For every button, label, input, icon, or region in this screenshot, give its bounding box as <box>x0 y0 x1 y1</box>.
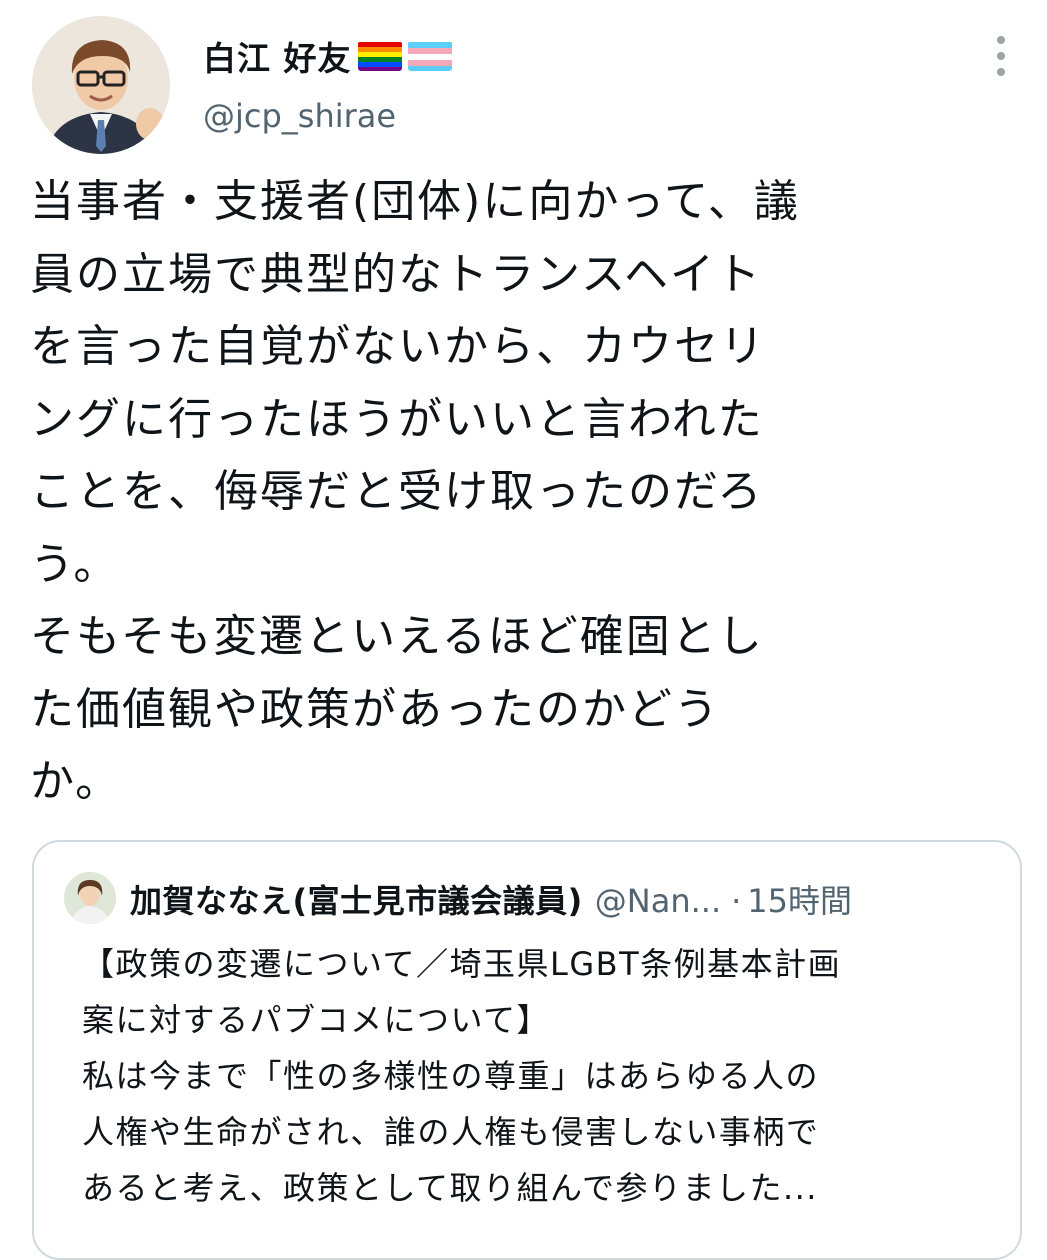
author-display-name[interactable]: 白江 好友 <box>203 32 452 80</box>
quoted-tweet-text: 【政策の変遷について／埼玉県LGBT条例基本計画 案に対するパブコメについて】 … <box>82 945 842 1207</box>
quoted-separator: · <box>731 882 742 920</box>
more-options-icon[interactable] <box>990 36 1012 76</box>
author-name-text: 白江 好友 <box>203 39 352 78</box>
quoted-tweet-header: 加賀ななえ(富士見市議会議員) @Nan... · 15時間 <box>130 876 852 922</box>
transgender-flag-icon <box>407 41 452 71</box>
author-avatar[interactable] <box>32 16 170 154</box>
quoted-author-handle[interactable]: @Nan... <box>595 882 721 920</box>
tweet-text: 当事者・支援者(団体)に向かって、議 員の立場で典型的なトランスヘイト を言った… <box>30 176 800 807</box>
quoted-author-avatar <box>64 872 116 924</box>
quoted-author-name[interactable]: 加賀ななえ(富士見市議会議員) <box>130 876 583 922</box>
tweet-header: 白江 好友 @jcp_shirae <box>0 0 1047 160</box>
quoted-author-avatar-image <box>64 872 116 924</box>
rainbow-flag-icon <box>357 41 402 71</box>
quoted-tweet-card[interactable]: 加賀ななえ(富士見市議会議員) @Nan... · 15時間 【政策の変遷につい… <box>32 840 1022 1260</box>
quoted-timestamp[interactable]: 15時間 <box>747 876 852 922</box>
author-avatar-image <box>32 16 170 154</box>
author-handle[interactable]: @jcp_shirae <box>203 97 396 135</box>
